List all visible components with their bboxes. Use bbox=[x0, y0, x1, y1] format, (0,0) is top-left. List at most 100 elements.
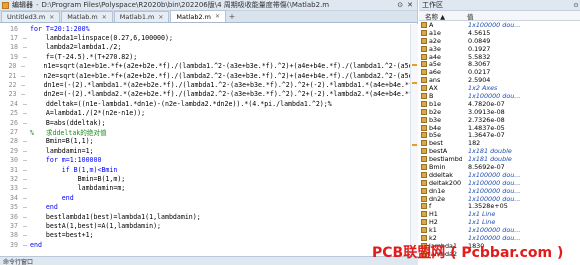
code-text[interactable]: dn2e=(-(2).*lambda2.*(a2e+b2e.*f)./(lamb… bbox=[28, 90, 418, 98]
workspace-variable-row[interactable]: dn2e 1x100000 dou... bbox=[419, 195, 580, 203]
command-window-bar[interactable]: 命令行窗口 bbox=[0, 256, 418, 265]
workspace-variable-row[interactable]: best 182 bbox=[419, 139, 580, 147]
code-line[interactable]: 32— Bmin=B(1,m); bbox=[0, 174, 418, 183]
code-area[interactable]: 16 for T=20:1:200% 17— lambda1=linspace(0.… bbox=[0, 24, 418, 256]
workspace-variable-row[interactable]: b2e 3.0913e-08 bbox=[419, 108, 580, 116]
workspace-variable-row[interactable]: a1e 4.5615 bbox=[419, 29, 580, 37]
code-line[interactable]: 24— ddeltak=((n1e-lambda1.*dn1e)-(n2e-la… bbox=[0, 99, 418, 108]
breakpoint-gutter[interactable]: — bbox=[20, 231, 30, 239]
breakpoint-gutter[interactable]: — bbox=[20, 166, 30, 174]
breakpoint-gutter[interactable]: — bbox=[20, 53, 30, 61]
breakpoint-gutter[interactable]: — bbox=[20, 241, 30, 249]
workspace-variable-row[interactable]: B 1x100000 dou... bbox=[419, 92, 580, 100]
workspace-variable-row[interactable]: A 1x100000 dou... bbox=[419, 21, 580, 29]
tab-matlab1[interactable]: Matlab1.m ✕ bbox=[113, 11, 170, 22]
breakpoint-gutter[interactable]: — bbox=[20, 184, 30, 192]
breakpoint-gutter[interactable]: — bbox=[20, 194, 30, 202]
close-icon[interactable]: ✕ bbox=[407, 1, 413, 9]
breakpoint-gutter[interactable]: — bbox=[20, 43, 30, 51]
workspace-variable-row[interactable]: a4e 5.5832 bbox=[419, 53, 580, 61]
add-tab-button[interactable]: + bbox=[227, 11, 237, 22]
workspace-variable-row[interactable]: a3e 0.1927 bbox=[419, 45, 580, 53]
code-text[interactable]: % 求ddeltak的绝对值 bbox=[30, 127, 107, 137]
workspace-variable-row[interactable]: ans 2.5904 bbox=[419, 76, 580, 84]
breakpoint-gutter[interactable]: — bbox=[20, 213, 30, 221]
workspace-variable-row[interactable]: k1 1x100000 dou... bbox=[419, 226, 580, 234]
code-line[interactable]: 29— lambdamin=1; bbox=[0, 146, 418, 155]
code-text[interactable]: end bbox=[30, 203, 58, 211]
code-text[interactable]: f=(T-24.5).*(T+270.82); bbox=[30, 53, 137, 61]
breakpoint-gutter[interactable]: — bbox=[18, 62, 27, 70]
code-text[interactable]: bestlambda1(best)=lambda1(1,lambdamin); bbox=[30, 213, 201, 221]
code-line[interactable]: 23— dn2e=(-(2).*lambda2.*(a2e+b2e.*f)./(… bbox=[0, 90, 418, 99]
code-line[interactable]: 17— lambda1=linspace(0.27,6,100000); bbox=[0, 33, 418, 42]
code-line[interactable]: 36— bestlambda1(best)=lambda1(1,lambdami… bbox=[0, 212, 418, 221]
breakpoint-gutter[interactable]: — bbox=[20, 222, 30, 230]
warning-marker[interactable] bbox=[412, 82, 417, 84]
workspace-variable-row[interactable]: H1 1x1 Line bbox=[419, 210, 580, 218]
code-line[interactable]: 31— if B(1,m)<Bmin bbox=[0, 165, 418, 174]
code-text[interactable]: for m=1:100000 bbox=[30, 156, 102, 164]
breakpoint-gutter[interactable]: — bbox=[20, 119, 30, 127]
workspace-variable-row[interactable]: deltak200 1x100000 dou... bbox=[419, 179, 580, 187]
code-line[interactable]: 19— f=(T-24.5).*(T+270.82); bbox=[0, 52, 418, 61]
options-icon[interactable]: ⊙ bbox=[397, 1, 403, 9]
workspace-variable-row[interactable]: Bmin 8.5692e-07 bbox=[419, 163, 580, 171]
code-analyzer-bar[interactable] bbox=[410, 24, 418, 256]
code-text[interactable]: best=best+1; bbox=[30, 231, 94, 239]
tab-matlab[interactable]: Matlab.m ✕ bbox=[61, 11, 113, 22]
tab-untitled3[interactable]: Untitled3.m ✕ bbox=[1, 11, 61, 22]
code-text[interactable]: lambdamin=m; bbox=[30, 184, 126, 192]
breakpoint-gutter[interactable]: — bbox=[20, 100, 30, 108]
code-line[interactable]: 20— n1e=sqrt(a1e+b1e.*f+(a2e+b2e.*f)./(l… bbox=[0, 62, 418, 71]
breakpoint-gutter[interactable]: — bbox=[19, 90, 28, 98]
code-text[interactable]: if B(1,m)<Bmin bbox=[30, 166, 118, 174]
workspace-variable-row[interactable]: k2 1x100000 dou... bbox=[419, 234, 580, 242]
breakpoint-gutter[interactable]: — bbox=[20, 203, 30, 211]
workspace-variable-row[interactable]: bestA 1x181 double bbox=[419, 147, 580, 155]
workspace-variable-row[interactable]: b3e 2.7326e-08 bbox=[419, 116, 580, 124]
workspace-variable-row[interactable]: b5e 1.3647e-07 bbox=[419, 131, 580, 139]
workspace-variable-row[interactable]: f 1.3528e+05 bbox=[419, 202, 580, 210]
name-column-header[interactable]: 名称 ▲ bbox=[419, 11, 461, 21]
code-line[interactable]: 38— best=best+1; bbox=[0, 231, 418, 240]
workspace-options-icon[interactable]: ⊙ bbox=[572, 1, 580, 9]
code-line[interactable]: 30— for m=1:100000 bbox=[0, 155, 418, 164]
breakpoint-gutter[interactable]: — bbox=[19, 81, 28, 89]
workspace-variable-row[interactable]: AX 1x2 Axes bbox=[419, 84, 580, 92]
workspace-variable-row[interactable]: a5e 8.3067 bbox=[419, 60, 580, 68]
code-text[interactable]: lambdamin=1; bbox=[30, 147, 94, 155]
breakpoint-gutter[interactable]: — bbox=[20, 147, 30, 155]
workspace-variable-row[interactable]: dn1e 1x100000 dou... bbox=[419, 187, 580, 195]
code-text[interactable]: A=lambda1./(2*(n2e-n1e)); bbox=[30, 109, 145, 117]
tab-close-icon[interactable]: ✕ bbox=[215, 13, 220, 20]
breakpoint-gutter[interactable]: — bbox=[20, 175, 30, 183]
code-text[interactable]: n2e=sqrt(a1e+b1e.*f+(a2e+b2e.*f)./(lambd… bbox=[28, 72, 418, 80]
code-text[interactable]: Bmin=B(1,1); bbox=[30, 137, 94, 145]
tab-close-icon[interactable]: ✕ bbox=[158, 14, 163, 21]
workspace-variable-row[interactable]: b4e 1.4837e-05 bbox=[419, 124, 580, 132]
workspace-variable-row[interactable]: a6e 0.0217 bbox=[419, 68, 580, 76]
code-text[interactable]: for T=20:1:200% bbox=[30, 25, 90, 33]
code-line[interactable]: 27 % 求ddeltak的绝对值 bbox=[0, 127, 418, 137]
workspace-variable-row[interactable]: ddeltak 1x100000 dou... bbox=[419, 171, 580, 179]
code-line[interactable]: 21— n2e=sqrt(a1e+b1e.*f+(a2e+b2e.*f)./(l… bbox=[0, 71, 418, 80]
code-line[interactable]: 35— end bbox=[0, 202, 418, 211]
code-text[interactable]: lambda1=linspace(0.27,6,100000); bbox=[30, 34, 173, 42]
code-text[interactable]: B=abs(ddeltak); bbox=[30, 119, 106, 127]
workspace-variable-row[interactable]: b1e 4.7820e-07 bbox=[419, 100, 580, 108]
workspace-variable-row[interactable]: a2e 0.0849 bbox=[419, 37, 580, 45]
code-line[interactable]: 22— dn1e=(-(2).*lambda1.*(a2e+b2e.*f)./(… bbox=[0, 80, 418, 89]
tab-matlab2[interactable]: Matlab2.m ✕ bbox=[170, 10, 227, 22]
code-text[interactable]: dn1e=(-(2).*lambda1.*(a2e+b2e.*f)./(lamb… bbox=[28, 81, 418, 89]
warning-marker[interactable] bbox=[412, 144, 417, 146]
warning-marker[interactable] bbox=[412, 64, 417, 66]
breakpoint-gutter[interactable]: — bbox=[20, 109, 30, 117]
value-column-header[interactable]: 值 bbox=[461, 11, 580, 21]
workspace-variable-row[interactable]: H2 1x1 Line bbox=[419, 218, 580, 226]
breakpoint-gutter[interactable]: — bbox=[20, 137, 30, 145]
code-text[interactable]: end bbox=[30, 241, 42, 249]
code-text[interactable]: end bbox=[30, 194, 74, 202]
code-text[interactable]: n1e=sqrt(a1e+b1e.*f+(a2e+b2e.*f)./(lambd… bbox=[28, 62, 418, 70]
breakpoint-gutter[interactable]: — bbox=[20, 34, 30, 42]
